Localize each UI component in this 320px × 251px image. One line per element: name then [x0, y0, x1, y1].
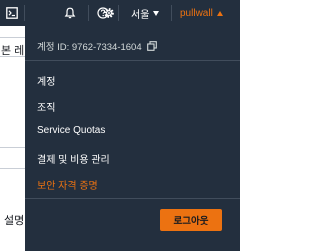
- region-selector[interactable]: 서울: [131, 0, 160, 26]
- account-id-row: 계정 ID: 9762-7334-1604: [37, 39, 157, 53]
- logout-button[interactable]: 로그아웃: [160, 209, 222, 231]
- caret-down-icon: [153, 10, 160, 16]
- account-id-label: 계정 ID: 9762-7334-1604: [37, 42, 142, 53]
- gear-icon[interactable]: [99, 0, 119, 26]
- bell-icon[interactable]: [60, 0, 80, 26]
- menu-item-service-quotas[interactable]: Service Quotas: [37, 125, 105, 136]
- menu-item-account[interactable]: 계정: [37, 73, 55, 88]
- terminal-icon[interactable]: [0, 0, 24, 26]
- account-menu-toggle[interactable]: pullwall: [180, 0, 223, 26]
- user-label: pullwall: [180, 7, 213, 19]
- menu-divider: [25, 198, 240, 199]
- copy-icon[interactable]: [146, 41, 157, 51]
- background-select[interactable]: [0, 147, 28, 169]
- background-input[interactable]: 본 레이: [0, 37, 34, 57]
- caret-up-icon: [216, 10, 223, 16]
- account-dropdown-menu: 계정 ID: 9762-7334-1604 계정 조직 Service Quot…: [25, 26, 240, 251]
- menu-divider: [25, 60, 240, 61]
- background-text: 설명: [4, 215, 25, 227]
- menu-item-organization[interactable]: 조직: [37, 99, 55, 114]
- menu-item-security-credentials[interactable]: 보안 자격 증명: [37, 177, 98, 192]
- menu-item-billing[interactable]: 결제 및 비용 관리: [37, 151, 110, 166]
- region-label: 서울: [131, 9, 150, 21]
